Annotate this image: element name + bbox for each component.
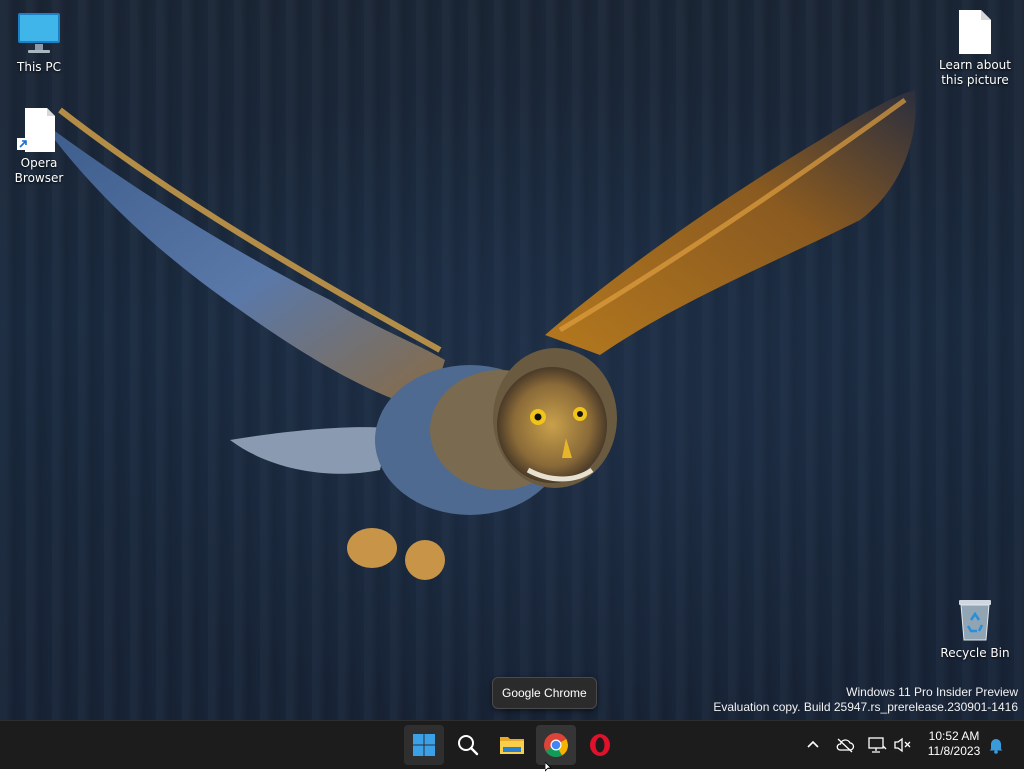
google-chrome-button[interactable] (536, 725, 576, 765)
chrome-icon (544, 733, 568, 758)
notifications-button[interactable] (986, 735, 1006, 755)
desktop-icon-recycle-bin[interactable]: Recycle Bin (937, 596, 1013, 661)
desktop-icon-label: This PC (17, 60, 61, 74)
taskbar-tooltip: Google Chrome (492, 677, 597, 709)
chevron-up-icon (807, 740, 819, 748)
desktop-icon-label: Recycle Bin (940, 646, 1010, 660)
mouse-cursor-icon (545, 762, 552, 772)
watermark-line-1: Windows 11 Pro Insider Preview (846, 685, 1018, 699)
desktop-wallpaper: This PC Opera Browser Learn about this p… (0, 0, 1024, 720)
cloud-off-icon (836, 738, 855, 753)
clock-time: 10:52 AM (928, 729, 980, 743)
search-icon (458, 735, 479, 756)
network-icon (868, 737, 887, 753)
watermark-line-2: Evaluation copy. Build 25947.rs_prerelea… (713, 700, 1018, 714)
clock-date: 11/8/2023 (927, 744, 981, 758)
volume-status[interactable] (893, 735, 913, 755)
opera-icon (590, 734, 610, 756)
speaker-muted-icon (894, 737, 911, 753)
show-hidden-icons-button[interactable] (803, 735, 823, 755)
monitor-icon (15, 10, 63, 58)
desktop-icon-opera-browser[interactable]: Opera Browser (1, 106, 77, 186)
owl-wallpaper-image (40, 90, 916, 580)
taskbar: 10:52 AM 11/8/2023 (0, 720, 1024, 769)
file-explorer-button[interactable] (492, 725, 532, 765)
opera-button[interactable] (580, 725, 620, 765)
onedrive-status[interactable] (835, 735, 855, 755)
system-clock[interactable]: 10:52 AM 11/8/2023 (918, 729, 990, 759)
bell-icon (989, 739, 1003, 754)
recycle-bin-icon (951, 596, 999, 644)
folder-icon (500, 737, 524, 754)
start-button[interactable] (404, 725, 444, 765)
windows-start-icon (413, 734, 435, 756)
file-icon (951, 8, 999, 56)
windows-evaluation-watermark: Windows 11 Pro Insider Preview Evaluatio… (713, 685, 1018, 715)
network-status[interactable] (867, 735, 887, 755)
desktop-icon-label: Opera Browser (14, 156, 64, 185)
file-shortcut-icon (15, 106, 63, 154)
search-button[interactable] (448, 725, 488, 765)
desktop-icon-label: Learn about this picture (939, 58, 1011, 87)
desktop-icon-this-pc[interactable]: This PC (1, 10, 77, 75)
desktop-icon-learn-about-this-picture[interactable]: Learn about this picture (937, 8, 1013, 88)
